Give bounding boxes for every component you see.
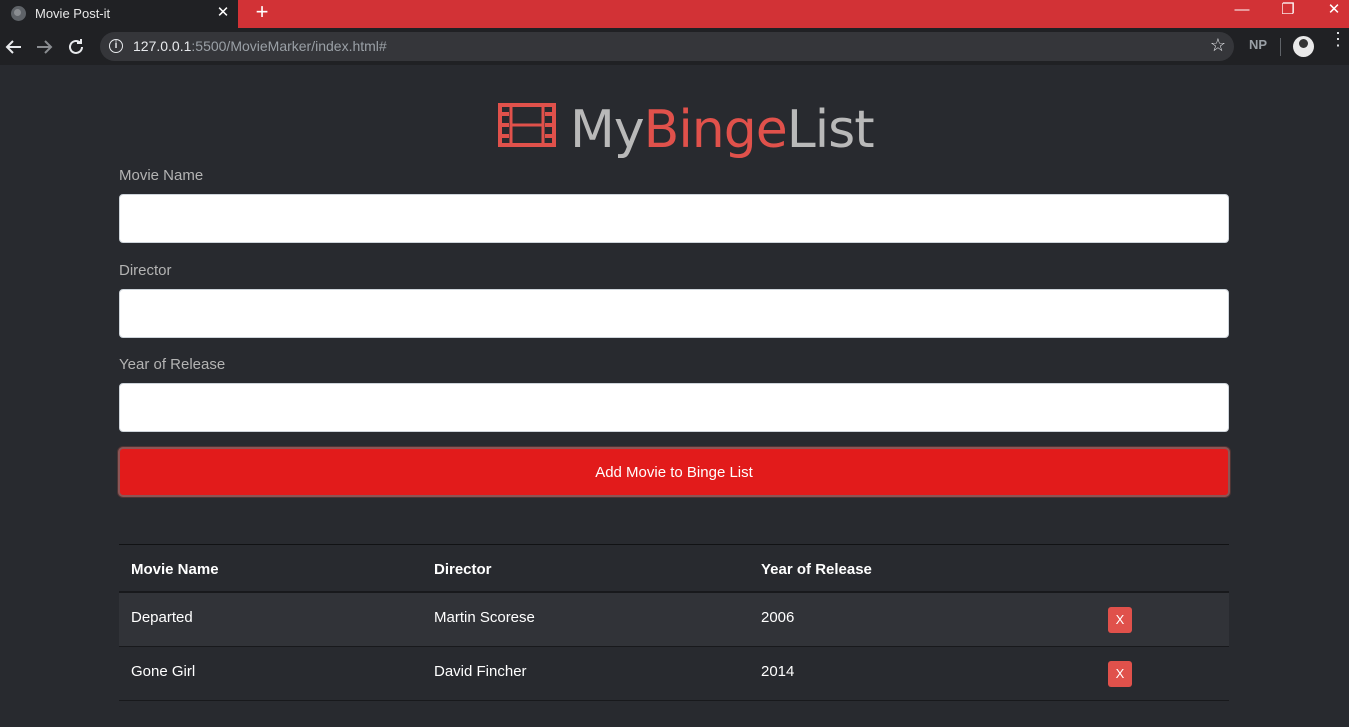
delete-button[interactable]: X — [1108, 661, 1132, 687]
back-icon[interactable] — [2, 35, 26, 59]
restore-button[interactable]: ❐ — [1265, 0, 1311, 28]
browser-tab[interactable]: Movie Post-it ✕ — [0, 0, 238, 28]
toolbar-divider — [1280, 38, 1281, 56]
cell-movie-name: Departed — [131, 609, 193, 626]
globe-icon — [11, 6, 26, 21]
tab-title: Movie Post-it — [35, 6, 111, 21]
reload-icon[interactable] — [64, 35, 88, 59]
minimize-button[interactable]: — — [1219, 0, 1265, 28]
brand-binge: Binge — [643, 100, 788, 160]
movie-name-input[interactable] — [119, 194, 1229, 243]
url-text: 127.0.0.1:5500/MovieMarker/index.html# — [133, 38, 387, 54]
table-row: Gone Girl David Fincher 2014 X — [119, 647, 1229, 701]
cell-year: 2014 — [761, 663, 795, 680]
brand-logo: MyBingeList — [498, 100, 875, 160]
brand-list: List — [786, 100, 875, 160]
kebab-menu-icon[interactable]: ⋮ — [1329, 30, 1347, 48]
year-input[interactable] — [119, 383, 1229, 432]
header-director: Director — [434, 561, 492, 578]
cell-year: 2006 — [761, 609, 795, 626]
brand-my: My — [570, 100, 645, 160]
bookmark-star-icon[interactable]: ☆ — [1210, 35, 1226, 56]
info-icon[interactable]: i — [109, 39, 123, 53]
browser-titlebar: Movie Post-it ✕ + — ❐ ✕ — [0, 0, 1349, 28]
table-row: Departed Martin Scorese 2006 X — [119, 593, 1229, 647]
window-close-button[interactable]: ✕ — [1311, 0, 1349, 28]
tab-close-icon[interactable]: ✕ — [214, 3, 232, 21]
cell-director: Martin Scorese — [434, 609, 535, 626]
movie-name-label: Movie Name — [119, 167, 204, 184]
page-content: MyBingeList Movie Name Director Year of … — [0, 65, 1349, 727]
address-bar[interactable]: i 127.0.0.1:5500/MovieMarker/index.html#… — [100, 32, 1234, 61]
cell-director: David Fincher — [434, 663, 527, 680]
header-movie-name: Movie Name — [131, 561, 219, 578]
browser-toolbar: i 127.0.0.1:5500/MovieMarker/index.html#… — [0, 28, 1349, 65]
delete-button[interactable]: X — [1108, 607, 1132, 633]
forward-icon[interactable] — [32, 35, 56, 59]
table-header-row: Movie Name Director Year of Release — [119, 545, 1229, 593]
extension-np[interactable]: NP — [1249, 37, 1267, 52]
add-movie-button[interactable]: Add Movie to Binge List — [118, 447, 1230, 497]
url-path: :5500/MovieMarker/index.html# — [191, 38, 387, 54]
new-tab-button[interactable]: + — [252, 0, 272, 24]
director-label: Director — [119, 262, 172, 279]
header-year: Year of Release — [761, 561, 872, 578]
director-input[interactable] — [119, 289, 1229, 338]
cell-movie-name: Gone Girl — [131, 663, 196, 680]
brand-title: MyBingeList — [570, 98, 875, 162]
film-icon — [498, 103, 556, 147]
profile-avatar[interactable] — [1293, 36, 1314, 57]
year-label: Year of Release — [119, 356, 226, 373]
binge-list-table: Movie Name Director Year of Release Depa… — [119, 544, 1229, 701]
url-host: 127.0.0.1 — [133, 38, 192, 54]
